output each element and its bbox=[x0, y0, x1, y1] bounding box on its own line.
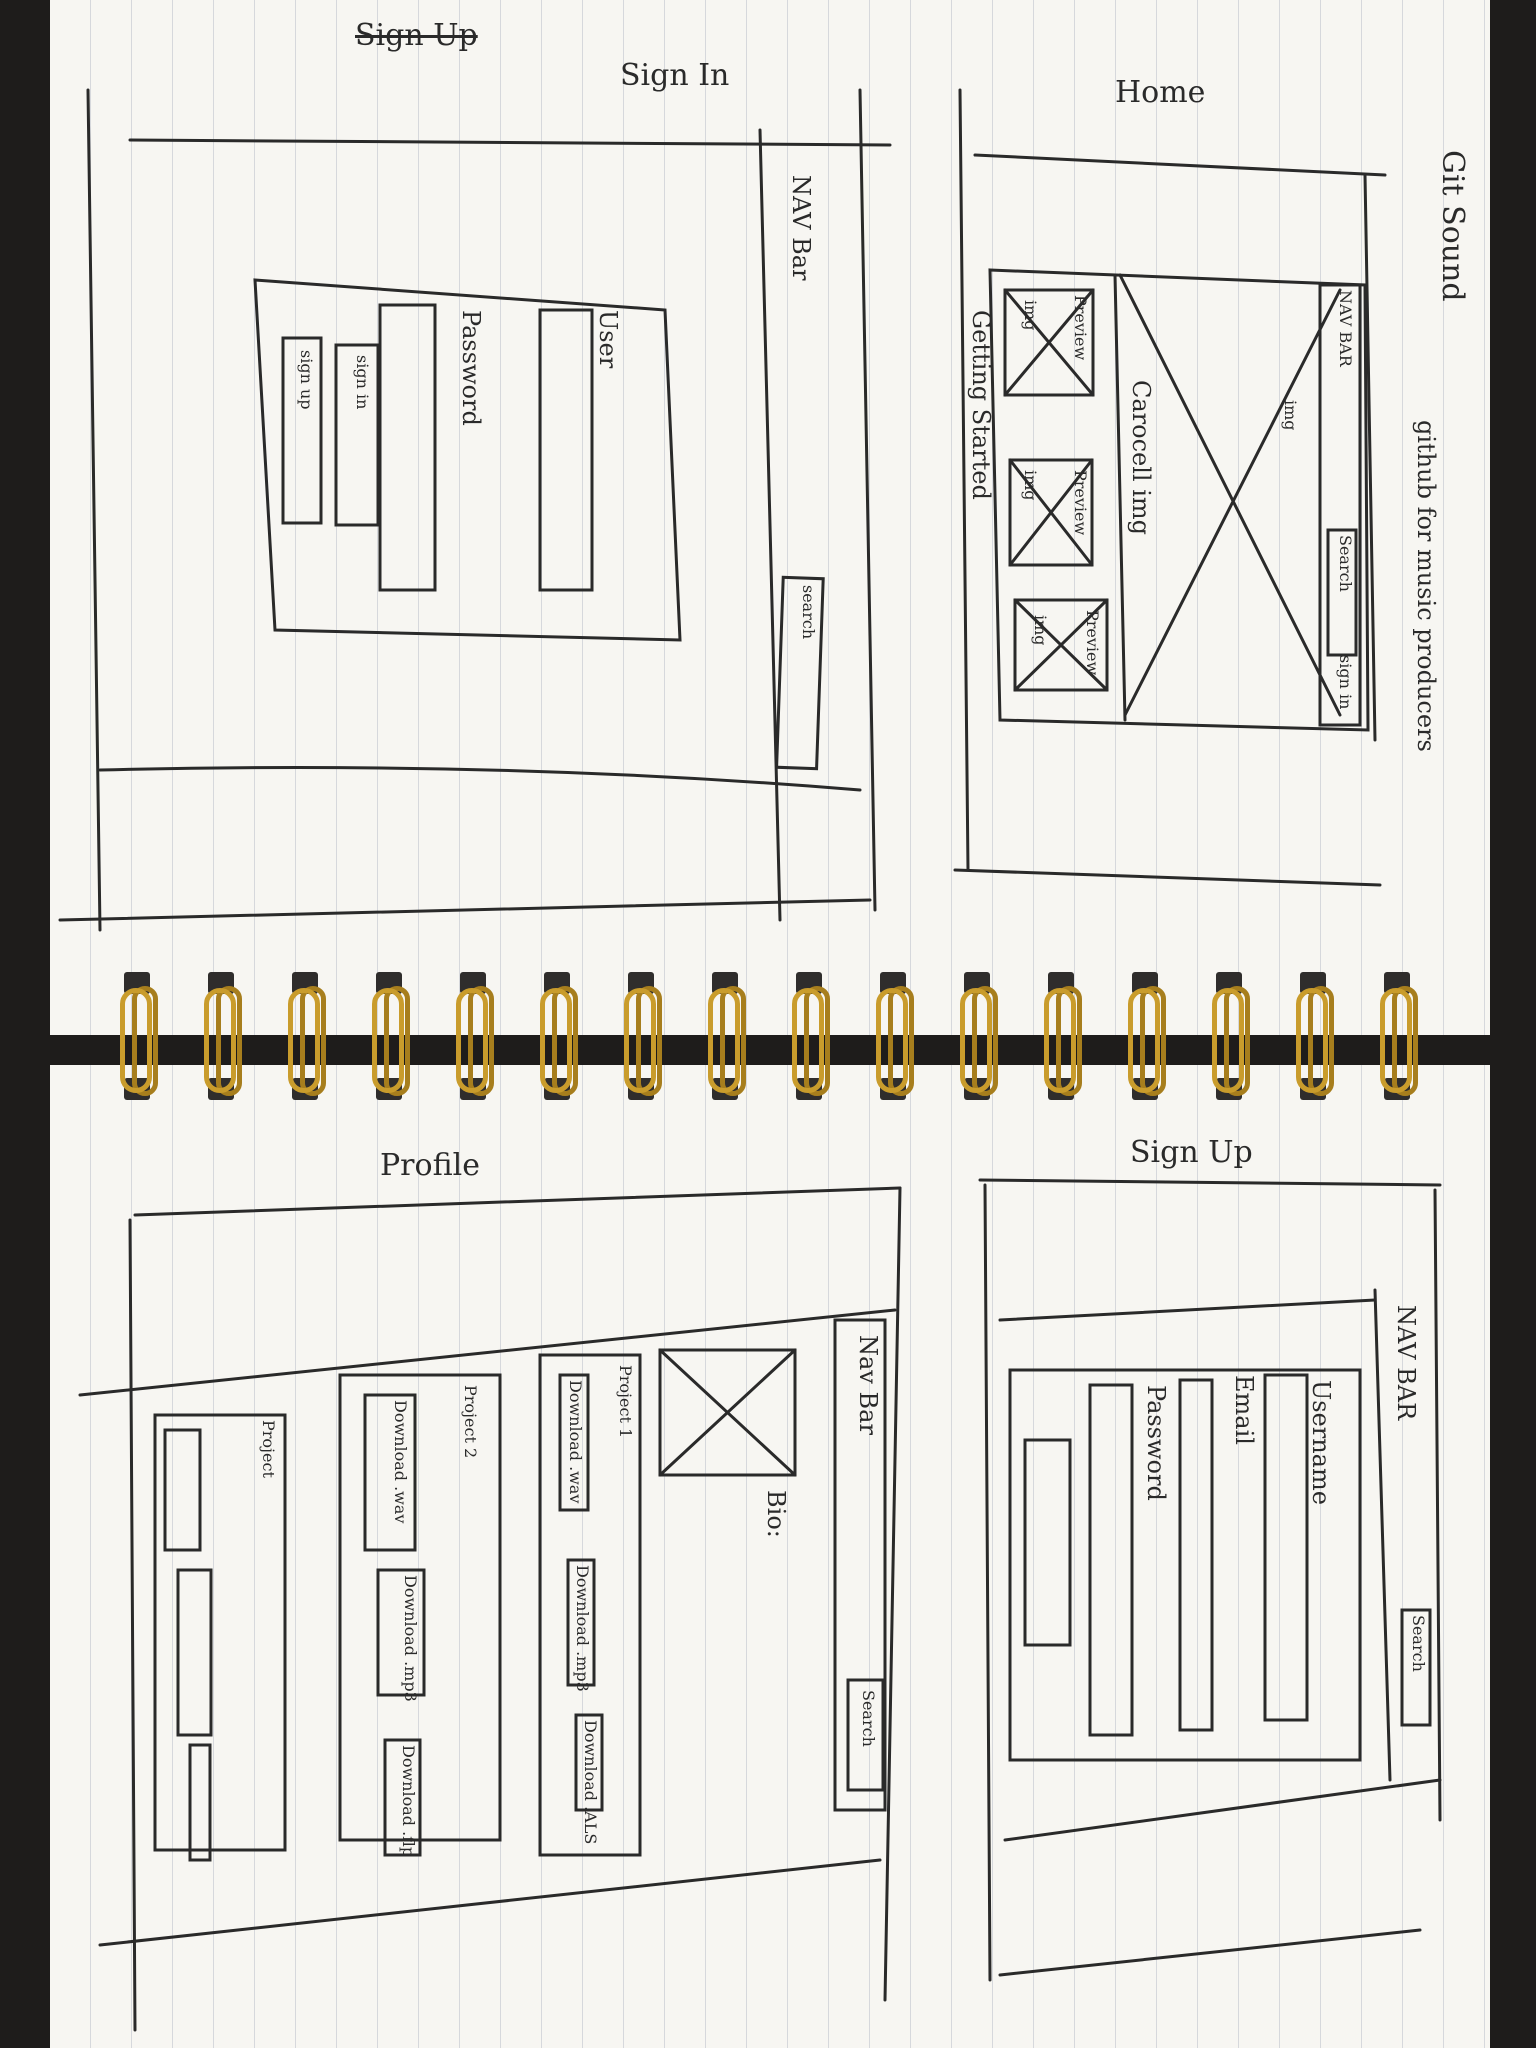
card-1-img: img bbox=[1021, 300, 1040, 331]
signin-user-label: User bbox=[594, 310, 622, 369]
project3-img-1 bbox=[163, 1428, 202, 1552]
signup-password-label: Password bbox=[1142, 1385, 1170, 1501]
signin-navbar-label: NAV Bar bbox=[787, 175, 815, 281]
spiral-ring bbox=[372, 958, 410, 1138]
profile-navbar-line bbox=[78, 1308, 897, 1397]
signup-email-field bbox=[1178, 1378, 1214, 1732]
project-2-label: Project 2 bbox=[461, 1385, 480, 1459]
spiral-ring bbox=[1212, 958, 1250, 1138]
home-search-button[interactable]: Search bbox=[1336, 535, 1355, 592]
spiral-ring bbox=[456, 958, 494, 1138]
signin-user-field bbox=[538, 308, 594, 592]
project-1-label: Project 1 bbox=[616, 1365, 635, 1439]
signup-email-label: Email bbox=[1230, 1375, 1258, 1445]
brand-tagline: github for music producers bbox=[1412, 420, 1440, 752]
spiral-ring bbox=[624, 958, 662, 1138]
spiral-ring bbox=[1128, 958, 1166, 1138]
signin-title: Sign In bbox=[620, 58, 730, 93]
project3-img-2 bbox=[176, 1568, 213, 1737]
signin-search-button[interactable]: search bbox=[799, 585, 818, 639]
card-2-img: img bbox=[1021, 470, 1040, 501]
signup-title: Sign Up bbox=[1130, 1135, 1253, 1170]
getting-started-label: Getting Started bbox=[967, 310, 995, 500]
signup-username-label: Username bbox=[1307, 1380, 1335, 1505]
profile-search-button[interactable]: Search bbox=[859, 1690, 878, 1747]
signup-search-button[interactable]: Search bbox=[1409, 1615, 1428, 1672]
project2-download-mp3[interactable]: Download .mp3 bbox=[401, 1575, 420, 1702]
signin-frame-bottom bbox=[98, 766, 862, 792]
signin-frame-right bbox=[858, 88, 877, 912]
project2-download-flp[interactable]: Download .flp bbox=[399, 1745, 418, 1857]
signin-struck-title: Sign Up bbox=[355, 18, 478, 53]
home-frame-top bbox=[973, 153, 1387, 177]
spiral-ring bbox=[1044, 958, 1082, 1138]
signin-frame-bottom-2 bbox=[58, 898, 872, 922]
project1-download-als[interactable]: Download .ALS bbox=[581, 1720, 600, 1844]
card-3-img: img bbox=[1031, 615, 1050, 646]
spiral-ring bbox=[876, 958, 914, 1138]
home-carousel-left bbox=[1113, 273, 1127, 722]
profile-project-3 bbox=[153, 1413, 287, 1852]
home-frame-bottom bbox=[953, 868, 1382, 887]
signin-password-label: Password bbox=[457, 310, 485, 426]
spiral-ring bbox=[708, 958, 746, 1138]
card-3-preview: Preview bbox=[1083, 610, 1102, 676]
spiral-ring bbox=[1296, 958, 1334, 1138]
signin-password-field bbox=[378, 303, 437, 592]
home-signin-button[interactable]: sign in bbox=[1336, 655, 1355, 709]
signup-navbar-line bbox=[998, 1298, 1377, 1322]
spiral-ring bbox=[204, 958, 242, 1138]
card-1-preview: Preview bbox=[1071, 295, 1090, 361]
spiral-ring bbox=[792, 958, 830, 1138]
signup-navbar-label: NAV BAR bbox=[1392, 1305, 1420, 1421]
signup-frame-top bbox=[978, 1178, 1442, 1187]
signin-button[interactable]: sign in bbox=[353, 355, 372, 409]
profile-title: Profile bbox=[380, 1148, 480, 1183]
signup-submit-box bbox=[1023, 1438, 1072, 1647]
signin-frame-left bbox=[86, 88, 102, 932]
spiral-binding bbox=[120, 958, 1450, 1138]
spiral-ring bbox=[288, 958, 326, 1138]
home-title: Home bbox=[1115, 75, 1206, 110]
signup-button[interactable]: sign up bbox=[297, 350, 316, 410]
brand-name: Git Sound bbox=[1435, 150, 1470, 302]
profile-navbar-label: Nav Bar bbox=[854, 1335, 882, 1435]
spiral-ring bbox=[1380, 958, 1418, 1138]
project1-download-mp3[interactable]: Download .mp3 bbox=[573, 1565, 592, 1692]
project2-download-wav[interactable]: Download .wav bbox=[391, 1400, 410, 1523]
signup-frame-right bbox=[1433, 1188, 1442, 1822]
home-navbar-label: NAV BAR bbox=[1336, 290, 1355, 367]
profile-frame-top bbox=[133, 1186, 902, 1217]
spiral-ring bbox=[120, 958, 158, 1138]
profile-bio-label: Bio: bbox=[762, 1490, 790, 1538]
project3-img-3 bbox=[188, 1743, 212, 1862]
home-img-label: img bbox=[1281, 400, 1300, 431]
signup-username-field bbox=[1263, 1373, 1309, 1722]
signin-navbar-line bbox=[758, 128, 782, 922]
project1-download-wav[interactable]: Download .wav bbox=[566, 1380, 585, 1503]
card-2-preview: Preview bbox=[1071, 470, 1090, 536]
signin-frame-top bbox=[128, 138, 892, 147]
signup-frame-bottom-2 bbox=[998, 1928, 1422, 1977]
project-3-label: Project bbox=[259, 1420, 278, 1478]
spiral-ring bbox=[540, 958, 578, 1138]
home-carousel-label: Carocell img bbox=[1127, 380, 1155, 536]
profile-frame-bottom bbox=[98, 1858, 882, 1947]
signup-frame-left bbox=[983, 1183, 992, 1982]
signup-frame-bottom bbox=[1003, 1778, 1442, 1842]
spiral-ring bbox=[960, 958, 998, 1138]
signup-navbar-right bbox=[1373, 1288, 1392, 1782]
profile-frame-left bbox=[128, 1218, 137, 2032]
signup-password-field bbox=[1088, 1383, 1134, 1737]
